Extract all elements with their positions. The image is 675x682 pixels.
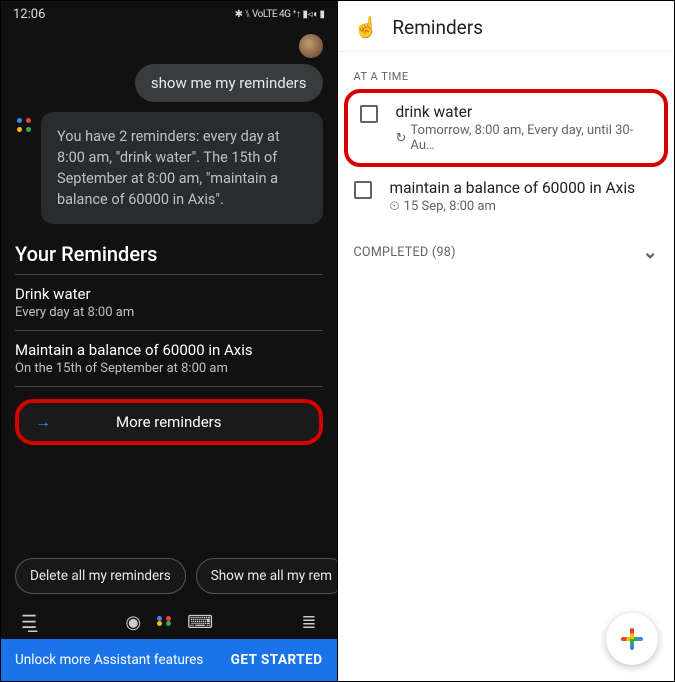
completed-section[interactable]: COMPLETED (98) ⌄ [338, 226, 675, 279]
suggestion-chips: Delete all my reminders Show me all my r… [1, 548, 337, 604]
checkbox[interactable] [354, 181, 372, 199]
reminder-item[interactable]: Maintain a balance of 60000 in Axis On t… [15, 331, 323, 387]
reminder-row-subtitle: ⏲ 15 Sep, 8:00 am [390, 199, 636, 214]
add-reminder-fab[interactable] [606, 613, 658, 665]
keyboard-icon[interactable]: ⌨ [187, 612, 213, 633]
card-title: Your Reminders [15, 242, 323, 275]
suggestion-chip-delete[interactable]: Delete all my reminders [15, 558, 186, 594]
chat-area: show me my reminders You have 2 reminder… [1, 26, 337, 228]
promo-banner[interactable]: Unlock more Assistant features GET START… [1, 639, 337, 681]
promo-text: Unlock more Assistant features [15, 652, 203, 668]
arrow-right-icon: → [35, 412, 51, 432]
assistant-icon [15, 116, 33, 134]
reminders-card: Your Reminders Drink water Every day at … [15, 242, 323, 445]
reminder-app-icon: ☝ [354, 15, 379, 39]
assistant-message-bubble: You have 2 reminders: every day at 8:00 … [41, 112, 323, 224]
explore-icon[interactable]: ☰̲ [21, 612, 37, 633]
lens-icon[interactable]: ◉ [125, 612, 141, 633]
status-icons: ✱ ⑊ VoLTE 4G ⁺↑ ▮◃◖ ▮ [235, 9, 325, 20]
reminder-subtitle: On the 15th of September at 8:00 am [15, 361, 323, 376]
list-icon[interactable]: ≣ [301, 612, 316, 633]
completed-label: COMPLETED (98) [354, 245, 456, 260]
clock: 12:06 [13, 7, 45, 22]
section-label: AT A TIME [338, 52, 675, 89]
assistant-message-row: You have 2 reminders: every day at 8:00 … [15, 112, 323, 224]
reminder-row-title: drink water [396, 103, 653, 121]
reminder-item[interactable]: Drink water Every day at 8:00 am [15, 275, 323, 331]
reminder-row-axis[interactable]: maintain a balance of 60000 in Axis ⏲ 15… [338, 167, 675, 226]
user-message-bubble: show me my reminders [135, 64, 323, 102]
reminder-row-drink-water[interactable]: drink water ↻ Tomorrow, 8:00 am, Every d… [344, 89, 669, 167]
reminders-header: ☝ Reminders [338, 1, 675, 52]
reminder-subtitle: Every day at 8:00 am [15, 305, 323, 320]
suggestion-chip-showall[interactable]: Show me all my rem [196, 558, 337, 594]
reminder-title: Drink water [15, 285, 323, 303]
status-bar: 12:06 ✱ ⑊ VoLTE 4G ⁺↑ ▮◃◖ ▮ [1, 1, 337, 26]
assistant-pane: 12:06 ✱ ⑊ VoLTE 4G ⁺↑ ▮◃◖ ▮ show me my r… [1, 1, 338, 681]
plus-icon [621, 628, 643, 650]
chevron-down-icon: ⌄ [643, 242, 658, 263]
checkbox[interactable] [360, 105, 378, 123]
clock-icon: ⏲ [390, 199, 400, 214]
avatar[interactable] [299, 34, 323, 58]
more-reminders-label: More reminders [116, 413, 222, 431]
reminder-row-subtitle: ↻ Tomorrow, 8:00 am, Every day, until 30… [396, 123, 653, 153]
assistant-mic-icon[interactable] [155, 613, 173, 632]
reminder-title: Maintain a balance of 60000 in Axis [15, 341, 323, 359]
assistant-toolbar: ☰̲ ◉ ⌨ ≣ [1, 604, 337, 639]
user-message-row [15, 34, 323, 58]
reminders-app-pane: ☝ Reminders AT A TIME drink water ↻ Tomo… [338, 1, 675, 681]
repeat-icon: ↻ [396, 131, 407, 146]
reminders-title: Reminders [392, 16, 483, 39]
promo-cta[interactable]: GET STARTED [231, 652, 323, 668]
reminder-row-title: maintain a balance of 60000 in Axis [390, 179, 636, 197]
more-reminders-button[interactable]: → More reminders [15, 399, 323, 445]
